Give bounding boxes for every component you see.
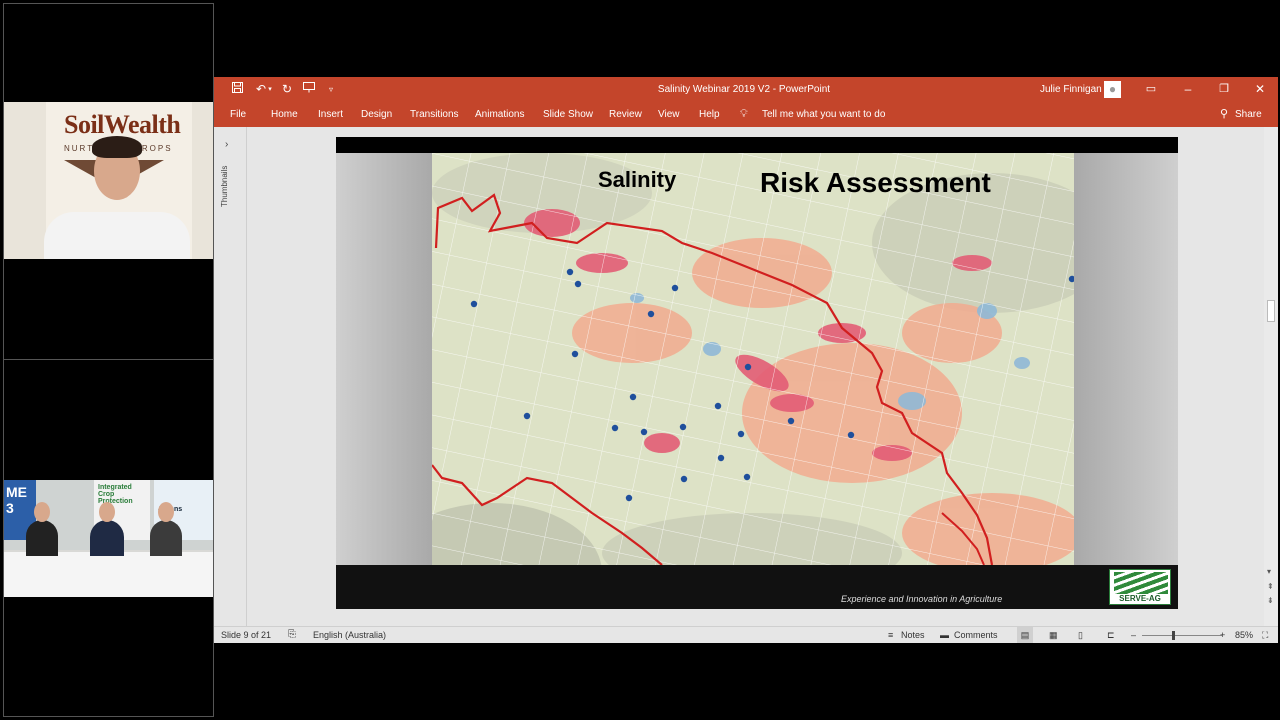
tab-help[interactable]: Help <box>699 102 720 127</box>
normal-view-icon[interactable]: ▤ <box>1017 627 1033 643</box>
avatar[interactable]: ● <box>1104 81 1121 98</box>
tab-review[interactable]: Review <box>609 102 642 127</box>
zoom-in-icon[interactable]: + <box>1220 627 1225 643</box>
share-button[interactable]: Share <box>1235 102 1262 127</box>
notes-button[interactable]: Notes <box>901 627 925 643</box>
slide-sorter-icon[interactable]: ▦ <box>1049 627 1058 643</box>
ribbon-tabs: File Home Insert Design Transitions Anim… <box>214 102 1278 127</box>
salinity-map-image <box>432 153 1074 565</box>
title-bar: ↶ ▾ ↻ ▿ Salinity Webinar 2019 V2 - Power… <box>214 77 1278 102</box>
spellcheck-icon[interactable]: ⎘ <box>288 627 296 643</box>
next-slide-icon[interactable]: ⇟ <box>1267 596 1274 605</box>
slide-title-salinity[interactable]: Salinity <box>598 167 676 193</box>
panel-person <box>90 500 124 556</box>
zoom-level[interactable]: 85% <box>1235 627 1253 643</box>
start-slideshow-icon[interactable] <box>300 77 318 102</box>
tab-view[interactable]: View <box>658 102 680 127</box>
vertical-scrollbar[interactable]: ▾ ⇞ ⇟ <box>1264 127 1278 626</box>
user-name[interactable]: Julie Finnigan <box>1040 77 1102 102</box>
thumbnails-pane[interactable]: › Thumbnails <box>214 127 247 626</box>
tab-transitions[interactable]: Transitions <box>410 102 459 127</box>
redo-icon[interactable]: ↻ <box>278 77 296 102</box>
slide-top-bar <box>336 137 1178 153</box>
panel-person <box>26 500 58 556</box>
scroll-down-icon[interactable]: ▾ <box>1267 567 1271 576</box>
minimize-icon[interactable]: – <box>1178 77 1198 102</box>
chevron-right-icon[interactable]: › <box>225 139 228 150</box>
slide-canvas[interactable]: Salinity Risk Assessment Experience and … <box>336 137 1178 609</box>
panel-room-video-feed: ME 3 Integrated Crop Protection & Sons <box>4 480 213 597</box>
video-divider <box>3 359 214 360</box>
ribbon-display-options-icon[interactable]: ▭ <box>1142 77 1160 102</box>
undo-dropdown-icon[interactable]: ▾ <box>266 77 274 102</box>
comments-icon: ▬ <box>940 630 949 640</box>
zoom-slider-knob[interactable] <box>1172 631 1175 640</box>
slide-footer <box>336 565 1178 609</box>
document-title: Salinity Webinar 2019 V2 - PowerPoint <box>657 84 831 95</box>
logo-text: SERVE-AG <box>1119 594 1161 603</box>
language-indicator[interactable]: English (Australia) <box>313 627 386 643</box>
save-icon[interactable] <box>228 77 246 102</box>
tab-animations[interactable]: Animations <box>475 102 524 127</box>
tell-me-search[interactable]: Tell me what you want to do <box>762 102 885 127</box>
zoom-slider[interactable] <box>1142 635 1222 636</box>
zoom-out-icon[interactable]: – <box>1131 627 1136 643</box>
previous-slide-icon[interactable]: ⇞ <box>1267 582 1274 591</box>
presenter-person <box>44 132 194 259</box>
comments-button[interactable]: Comments <box>954 627 998 643</box>
screen: SoilWealth NURTURING CROPS ME 3 Integrat… <box>0 0 1280 720</box>
panel-table <box>4 552 213 597</box>
person-icon: ⚲ <box>1220 108 1229 120</box>
footer-tagline: Experience and Innovation in Agriculture <box>841 594 1003 604</box>
reading-view-icon[interactable]: ▯ <box>1078 627 1083 643</box>
tab-design[interactable]: Design <box>361 102 392 127</box>
slideshow-view-icon[interactable]: ⊏ <box>1107 627 1115 643</box>
status-bar: Slide 9 of 21 ⎘ English (Australia) ≡ No… <box>214 626 1278 643</box>
serve-ag-logo: SERVE-AG <box>1109 569 1171 605</box>
panel-person <box>150 500 182 556</box>
tab-file[interactable]: File <box>230 102 246 127</box>
presenter-video-feed: SoilWealth NURTURING CROPS <box>4 102 213 259</box>
lightbulb-icon: 💡︎ <box>740 108 748 120</box>
notes-icon: ≡ <box>888 630 894 640</box>
tab-slide-show[interactable]: Slide Show <box>543 102 593 127</box>
slide-counter: Slide 9 of 21 <box>221 630 272 640</box>
thumbnails-label: Thumbnails <box>220 165 229 207</box>
powerpoint-window: ↶ ▾ ↻ ▿ Salinity Webinar 2019 V2 - Power… <box>214 77 1278 643</box>
customize-toolbar-icon[interactable]: ▿ <box>324 77 338 102</box>
scroll-thumb[interactable] <box>1267 300 1275 322</box>
editing-workspace: › Thumbnails Salinity Risk Assessment Ex… <box>214 127 1278 626</box>
tab-insert[interactable]: Insert <box>318 102 343 127</box>
slide-title-risk-assessment[interactable]: Risk Assessment <box>760 167 991 199</box>
close-icon[interactable]: ✕ <box>1250 77 1270 102</box>
restore-icon[interactable]: ❐ <box>1214 77 1234 102</box>
tab-home[interactable]: Home <box>271 102 298 127</box>
fit-to-window-icon[interactable]: ⛶ <box>1262 627 1268 643</box>
